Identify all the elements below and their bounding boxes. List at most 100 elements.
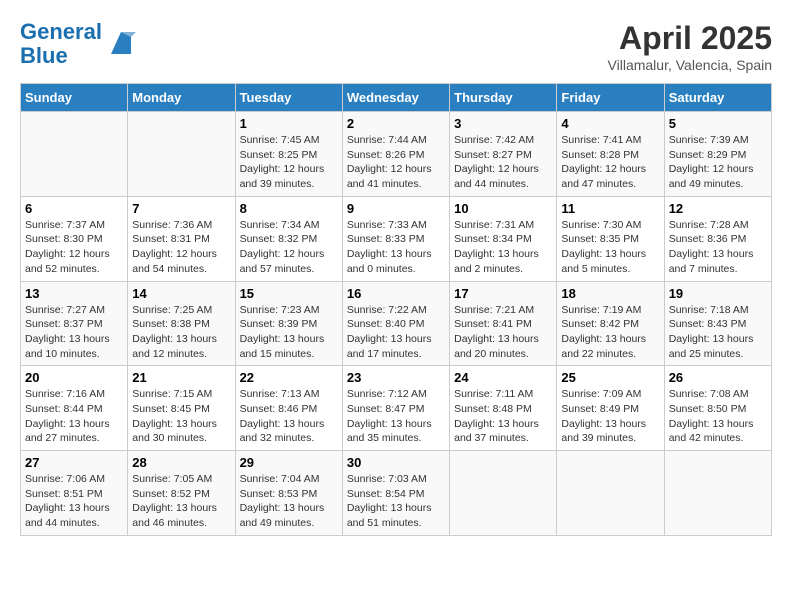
- day-number: 11: [561, 201, 659, 216]
- day-info: Sunrise: 7:36 AM Sunset: 8:31 PM Dayligh…: [132, 218, 230, 277]
- calendar-cell: 12 Sunrise: 7:28 AM Sunset: 8:36 PM Dayli…: [664, 196, 771, 281]
- calendar-header: Sunday Monday Tuesday Wednesday Thursday…: [21, 84, 772, 112]
- calendar-cell: 3Sunrise: 7:42 AM Sunset: 8:27 PM Daylig…: [450, 112, 557, 197]
- day-info: Sunrise: 7:33 AM Sunset: 8:33 PM Dayligh…: [347, 218, 445, 277]
- day-number: 6: [25, 201, 123, 216]
- calendar-cell: 11Sunrise: 7:30 AM Sunset: 8:35 PM Dayli…: [557, 196, 664, 281]
- day-info: Sunrise: 7:18 AM Sunset: 8:43 PM Dayligh…: [669, 303, 767, 362]
- day-number: 27: [25, 455, 123, 470]
- calendar-cell: 9 Sunrise: 7:33 AM Sunset: 8:33 PM Daylig…: [342, 196, 449, 281]
- day-number: 2: [347, 116, 445, 131]
- day-info: Sunrise: 7:04 AM Sunset: 8:53 PM Dayligh…: [240, 472, 338, 531]
- day-info: Sunrise: 7:16 AM Sunset: 8:44 PM Dayligh…: [25, 387, 123, 446]
- day-number: 21: [132, 370, 230, 385]
- day-number: 5: [669, 116, 767, 131]
- day-number: 8: [240, 201, 338, 216]
- day-number: 25: [561, 370, 659, 385]
- calendar-cell: 15 Sunrise: 7:23 AM Sunset: 8:39 PM Dayli…: [235, 281, 342, 366]
- day-info: Sunrise: 7:05 AM Sunset: 8:52 PM Dayligh…: [132, 472, 230, 531]
- day-number: 30: [347, 455, 445, 470]
- calendar-cell: 22 Sunrise: 7:13 AM Sunset: 8:46 PM Dayli…: [235, 366, 342, 451]
- day-number: 29: [240, 455, 338, 470]
- logo-icon: [106, 29, 136, 59]
- day-info: Sunrise: 7:11 AM Sunset: 8:48 PM Dayligh…: [454, 387, 552, 446]
- day-info: Sunrise: 7:31 AM Sunset: 8:34 PM Dayligh…: [454, 218, 552, 277]
- day-info: Sunrise: 7:06 AM Sunset: 8:51 PM Dayligh…: [25, 472, 123, 531]
- day-info: Sunrise: 7:15 AM Sunset: 8:45 PM Dayligh…: [132, 387, 230, 446]
- col-thursday: Thursday: [450, 84, 557, 112]
- day-number: 16: [347, 286, 445, 301]
- day-number: 7: [132, 201, 230, 216]
- calendar-cell: 28 Sunrise: 7:05 AM Sunset: 8:52 PM Dayli…: [128, 451, 235, 536]
- week-row-4: 27 Sunrise: 7:06 AM Sunset: 8:51 PM Dayli…: [21, 451, 772, 536]
- day-number: 22: [240, 370, 338, 385]
- day-info: Sunrise: 7:13 AM Sunset: 8:46 PM Dayligh…: [240, 387, 338, 446]
- header-row: Sunday Monday Tuesday Wednesday Thursday…: [21, 84, 772, 112]
- col-wednesday: Wednesday: [342, 84, 449, 112]
- calendar-table: Sunday Monday Tuesday Wednesday Thursday…: [20, 83, 772, 536]
- day-number: 19: [669, 286, 767, 301]
- day-number: 9: [347, 201, 445, 216]
- day-info: Sunrise: 7:25 AM Sunset: 8:38 PM Dayligh…: [132, 303, 230, 362]
- location: Villamalur, Valencia, Spain: [608, 57, 772, 73]
- day-info: Sunrise: 7:28 AM Sunset: 8:36 PM Dayligh…: [669, 218, 767, 277]
- calendar-cell: 19 Sunrise: 7:18 AM Sunset: 8:43 PM Dayli…: [664, 281, 771, 366]
- col-sunday: Sunday: [21, 84, 128, 112]
- day-number: 4: [561, 116, 659, 131]
- calendar-cell: 8 Sunrise: 7:34 AM Sunset: 8:32 PM Daylig…: [235, 196, 342, 281]
- week-row-1: 6Sunrise: 7:37 AM Sunset: 8:30 PM Daylig…: [21, 196, 772, 281]
- logo-line2: Blue: [20, 43, 68, 68]
- calendar-cell: [557, 451, 664, 536]
- day-number: 1: [240, 116, 338, 131]
- week-row-0: 1 Sunrise: 7:45 AM Sunset: 8:25 PM Daylig…: [21, 112, 772, 197]
- day-info: Sunrise: 7:03 AM Sunset: 8:54 PM Dayligh…: [347, 472, 445, 531]
- calendar-cell: 20 Sunrise: 7:16 AM Sunset: 8:44 PM Dayli…: [21, 366, 128, 451]
- day-info: Sunrise: 7:23 AM Sunset: 8:39 PM Dayligh…: [240, 303, 338, 362]
- col-tuesday: Tuesday: [235, 84, 342, 112]
- day-info: Sunrise: 7:45 AM Sunset: 8:25 PM Dayligh…: [240, 133, 338, 192]
- day-number: 10: [454, 201, 552, 216]
- day-info: Sunrise: 7:34 AM Sunset: 8:32 PM Dayligh…: [240, 218, 338, 277]
- day-info: Sunrise: 7:21 AM Sunset: 8:41 PM Dayligh…: [454, 303, 552, 362]
- day-number: 18: [561, 286, 659, 301]
- day-info: Sunrise: 7:09 AM Sunset: 8:49 PM Dayligh…: [561, 387, 659, 446]
- calendar-cell: 29 Sunrise: 7:04 AM Sunset: 8:53 PM Dayli…: [235, 451, 342, 536]
- day-info: Sunrise: 7:41 AM Sunset: 8:28 PM Dayligh…: [561, 133, 659, 192]
- calendar-body: 1 Sunrise: 7:45 AM Sunset: 8:25 PM Daylig…: [21, 112, 772, 536]
- col-saturday: Saturday: [664, 84, 771, 112]
- col-friday: Friday: [557, 84, 664, 112]
- day-number: 3: [454, 116, 552, 131]
- day-number: 26: [669, 370, 767, 385]
- day-number: 24: [454, 370, 552, 385]
- day-number: 20: [25, 370, 123, 385]
- calendar-cell: [128, 112, 235, 197]
- calendar-cell: 2Sunrise: 7:44 AM Sunset: 8:26 PM Daylig…: [342, 112, 449, 197]
- logo: General Blue: [20, 20, 136, 68]
- day-number: 12: [669, 201, 767, 216]
- month-title: April 2025: [608, 20, 772, 57]
- calendar-cell: 1 Sunrise: 7:45 AM Sunset: 8:25 PM Daylig…: [235, 112, 342, 197]
- title-block: April 2025 Villamalur, Valencia, Spain: [608, 20, 772, 73]
- calendar-cell: 23 Sunrise: 7:12 AM Sunset: 8:47 PM Dayli…: [342, 366, 449, 451]
- logo-line1: General: [20, 19, 102, 44]
- day-number: 13: [25, 286, 123, 301]
- calendar-cell: 21 Sunrise: 7:15 AM Sunset: 8:45 PM Dayli…: [128, 366, 235, 451]
- day-number: 28: [132, 455, 230, 470]
- calendar-cell: 30 Sunrise: 7:03 AM Sunset: 8:54 PM Dayli…: [342, 451, 449, 536]
- calendar-cell: [450, 451, 557, 536]
- calendar-cell: 7 Sunrise: 7:36 AM Sunset: 8:31 PM Daylig…: [128, 196, 235, 281]
- page-header: General Blue April 2025 Villamalur, Vale…: [20, 20, 772, 73]
- day-number: 23: [347, 370, 445, 385]
- day-number: 14: [132, 286, 230, 301]
- week-row-2: 13Sunrise: 7:27 AM Sunset: 8:37 PM Dayli…: [21, 281, 772, 366]
- day-info: Sunrise: 7:12 AM Sunset: 8:47 PM Dayligh…: [347, 387, 445, 446]
- calendar-cell: 4 Sunrise: 7:41 AM Sunset: 8:28 PM Daylig…: [557, 112, 664, 197]
- calendar-cell: 18Sunrise: 7:19 AM Sunset: 8:42 PM Dayli…: [557, 281, 664, 366]
- day-info: Sunrise: 7:39 AM Sunset: 8:29 PM Dayligh…: [669, 133, 767, 192]
- day-number: 15: [240, 286, 338, 301]
- calendar-cell: 14 Sunrise: 7:25 AM Sunset: 8:38 PM Dayli…: [128, 281, 235, 366]
- day-info: Sunrise: 7:22 AM Sunset: 8:40 PM Dayligh…: [347, 303, 445, 362]
- calendar-cell: [21, 112, 128, 197]
- calendar-cell: 27 Sunrise: 7:06 AM Sunset: 8:51 PM Dayli…: [21, 451, 128, 536]
- col-monday: Monday: [128, 84, 235, 112]
